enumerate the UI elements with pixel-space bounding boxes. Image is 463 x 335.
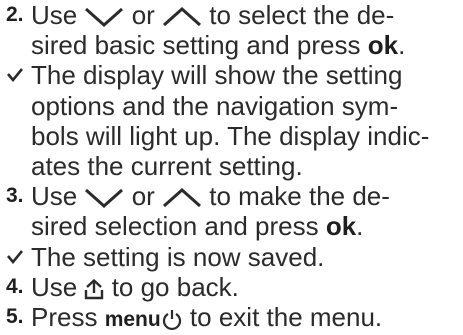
chevron-up-icon (163, 188, 202, 208)
step-text: to exit the menu. (182, 302, 383, 333)
step-text: Use (31, 0, 85, 30)
check-icon (7, 249, 23, 264)
chevron-down-icon (85, 8, 124, 28)
step-number: 5. (6, 305, 24, 329)
result: The display will show the setting option… (0, 60, 463, 181)
instruction-page: 2. Use or to select the de- sired basic … (0, 0, 463, 334)
chevron-up-icon (163, 7, 202, 27)
step-text: to make the de- (202, 181, 390, 212)
step-2: 2. Use or to select the de- sired basic … (0, 0, 463, 60)
step-5: 5. Press menu to exit the menu. (0, 302, 463, 335)
result-text: The setting is now saved. (31, 241, 325, 272)
step-text: sired selection and press (31, 211, 326, 242)
step-number: 4. (6, 274, 24, 298)
step-number: 2. (6, 3, 24, 26)
step-text: to select the de- (202, 0, 395, 30)
result-text: options and the navigation sym- (31, 90, 399, 121)
step-text: . (356, 211, 364, 242)
chevron-down-icon (85, 189, 124, 209)
menu-label: menu (104, 308, 161, 332)
ok-label: ok (367, 30, 399, 61)
check-icon (7, 68, 23, 83)
result-text: bols will light up. The display indic- (31, 120, 430, 151)
step-4: 4. Use to go back. (0, 272, 463, 302)
ok-label: ok (325, 211, 357, 242)
result-text: The display will show the setting (31, 60, 403, 91)
result-text: ates the current setting. (31, 151, 303, 182)
step-text: Press (31, 302, 105, 333)
step-text: to go back. (104, 271, 239, 302)
step-text: . (398, 30, 406, 61)
step-text: or (124, 181, 163, 212)
power-icon (162, 310, 181, 331)
step-text: Use (31, 181, 85, 212)
step-number: 3. (6, 184, 24, 208)
step-text: sired basic setting and press (31, 30, 368, 61)
result: The setting is now saved. (0, 242, 463, 272)
step-text: or (124, 0, 163, 30)
step-3: 3. Use or to make the de- sired selectio… (0, 181, 463, 241)
back-icon (85, 278, 104, 300)
step-text: Use (31, 271, 85, 302)
